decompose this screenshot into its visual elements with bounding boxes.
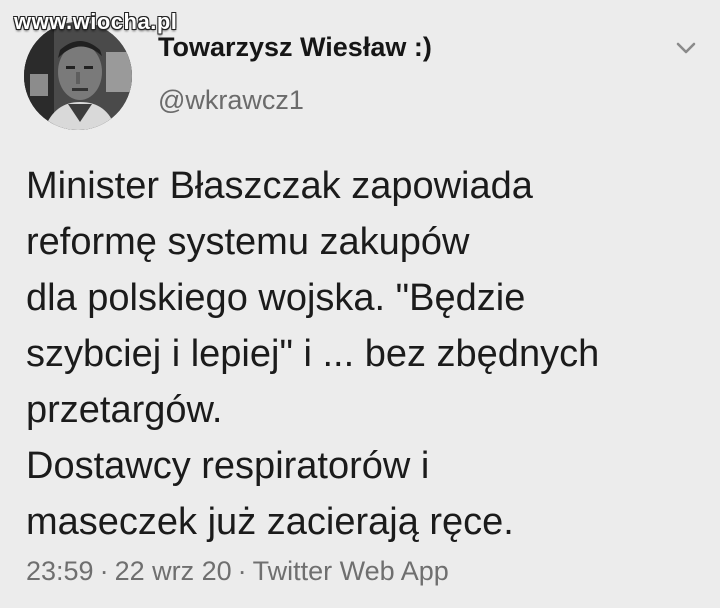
avatar-portrait <box>24 22 132 130</box>
tweet-meta: 23:59 · 22 wrz 20 · Twitter Web App <box>26 556 449 587</box>
tweet-line: maseczek już zacierają ręce. <box>26 501 514 543</box>
tweet-line: dla polskiego wojska. "Będzie <box>26 277 526 319</box>
tweet-line: Dostawcy respiratorów i <box>26 445 430 487</box>
tweet-text: Minister Błaszczak zapowiada reformę sys… <box>26 158 706 550</box>
tweet-line: szybciej i lepiej" i ... bez zbędnych <box>26 333 600 375</box>
site-watermark: www.wiocha.pl <box>14 9 178 34</box>
tweet-source[interactable]: Twitter Web App <box>253 556 449 586</box>
tweet-date[interactable]: 22 wrz 20 <box>115 556 232 586</box>
chevron-down-icon[interactable] <box>674 38 698 58</box>
tweet-line: reformę systemu zakupów <box>26 221 470 263</box>
author-handle[interactable]: @wkrawcz1 <box>158 85 304 116</box>
meta-separator: · <box>99 556 109 586</box>
tweet-card: www.wiocha.pl Towarzysz Wiesław :) @wkra… <box>0 0 720 608</box>
avatar[interactable] <box>24 22 132 130</box>
author-display-name[interactable]: Towarzysz Wiesław :) <box>158 32 432 63</box>
tweet-line: przetargów. <box>26 389 223 431</box>
tweet-time[interactable]: 23:59 <box>26 556 94 586</box>
tweet-line: Minister Błaszczak zapowiada <box>26 165 533 207</box>
meta-separator: · <box>237 556 247 586</box>
